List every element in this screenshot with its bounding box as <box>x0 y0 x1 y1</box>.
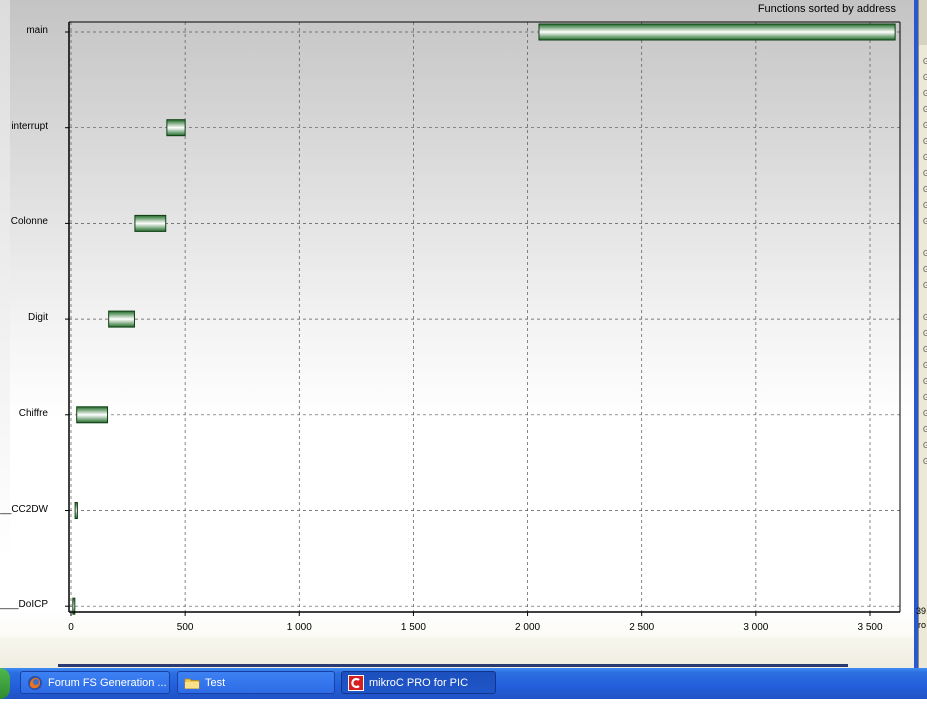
y-category-label: __CC2DW <box>0 503 48 515</box>
bar-chiffre <box>76 406 109 424</box>
bar-colonne <box>134 214 167 232</box>
y-category-label: main <box>26 25 48 36</box>
list-item: G <box>923 57 927 66</box>
bar-cc2dw <box>74 502 78 519</box>
taskbar-button-label: Test <box>205 676 226 689</box>
list-item: G <box>923 425 927 434</box>
list-item: G <box>923 265 927 274</box>
list-item: G <box>923 153 927 162</box>
list-item: G <box>923 329 927 338</box>
screen-bottom-area <box>0 699 927 723</box>
x-tick-label: 500 <box>176 622 194 633</box>
list-item: G <box>923 121 927 130</box>
x-tick-label: 0 <box>68 622 74 633</box>
plot-area <box>65 21 901 616</box>
taskbar: Forum FS Generation ... Test mikroC PRO … <box>0 668 927 699</box>
x-tick-label: 1 500 <box>400 622 426 633</box>
taskbar-button-label: Forum FS Generation ... <box>48 676 167 689</box>
y-category-label: ____DoICP <box>0 599 48 611</box>
bar-main <box>538 23 896 41</box>
list-item: G <box>923 217 927 226</box>
list-item: G <box>923 409 927 418</box>
list-item: G <box>923 249 927 258</box>
y-category-label: Digit <box>27 312 48 324</box>
start-button[interactable] <box>0 668 10 699</box>
list-item: G <box>923 281 927 290</box>
taskbar-button-test[interactable]: Test <box>177 671 335 694</box>
firefox-icon <box>28 675 42 690</box>
x-tick-label: 3 000 <box>743 622 769 633</box>
list-item: G <box>923 201 927 210</box>
list-item: G <box>923 393 927 402</box>
y-category-label: interrupt <box>11 120 48 132</box>
list-item: G <box>923 441 927 450</box>
list-item: G <box>923 137 927 146</box>
list-item: G <box>923 313 927 322</box>
right-panel-scrollbar[interactable] <box>919 0 927 45</box>
bar-interrupt <box>166 119 186 137</box>
x-tick-label: 2 000 <box>515 622 541 633</box>
mikroc-icon <box>348 674 364 691</box>
list-item: G <box>923 377 927 386</box>
chart-window: main interrupt Colonne Digit Chiffre __CC2DW _… <box>0 0 914 668</box>
list-item: G <box>923 457 927 466</box>
x-tick-label: 3 500 <box>857 622 883 633</box>
list-item: G <box>923 169 927 178</box>
x-tick-label: 2 500 <box>629 622 655 633</box>
bar-digit <box>108 310 135 328</box>
list-item: G <box>923 345 927 354</box>
y-category-label: Colonne <box>10 216 48 228</box>
list-item: G <box>923 89 927 98</box>
x-tick-label: 1 000 <box>286 622 312 633</box>
chart-title: Functions sorted by address <box>757 3 896 15</box>
list-item: G <box>923 185 927 194</box>
taskbar-button-mikroc[interactable]: mikroC PRO for PIC <box>341 671 496 694</box>
list-item: G <box>923 73 927 82</box>
folder-icon <box>184 678 200 689</box>
right-side-panel: G G G G G G G G G G G G G G G G G G G G … <box>918 0 927 668</box>
right-panel-text: ro <box>918 620 927 630</box>
right-panel-text: 39 <box>916 606 927 616</box>
taskbar-button-label: mikroC PRO for PIC <box>369 676 469 689</box>
horizontal-scrollbar[interactable] <box>58 664 848 667</box>
list-item: G <box>923 361 927 370</box>
list-item: G <box>923 105 927 114</box>
y-category-label: Chiffre <box>18 407 48 419</box>
taskbar-button-firefox[interactable]: Forum FS Generation ... <box>20 671 170 694</box>
